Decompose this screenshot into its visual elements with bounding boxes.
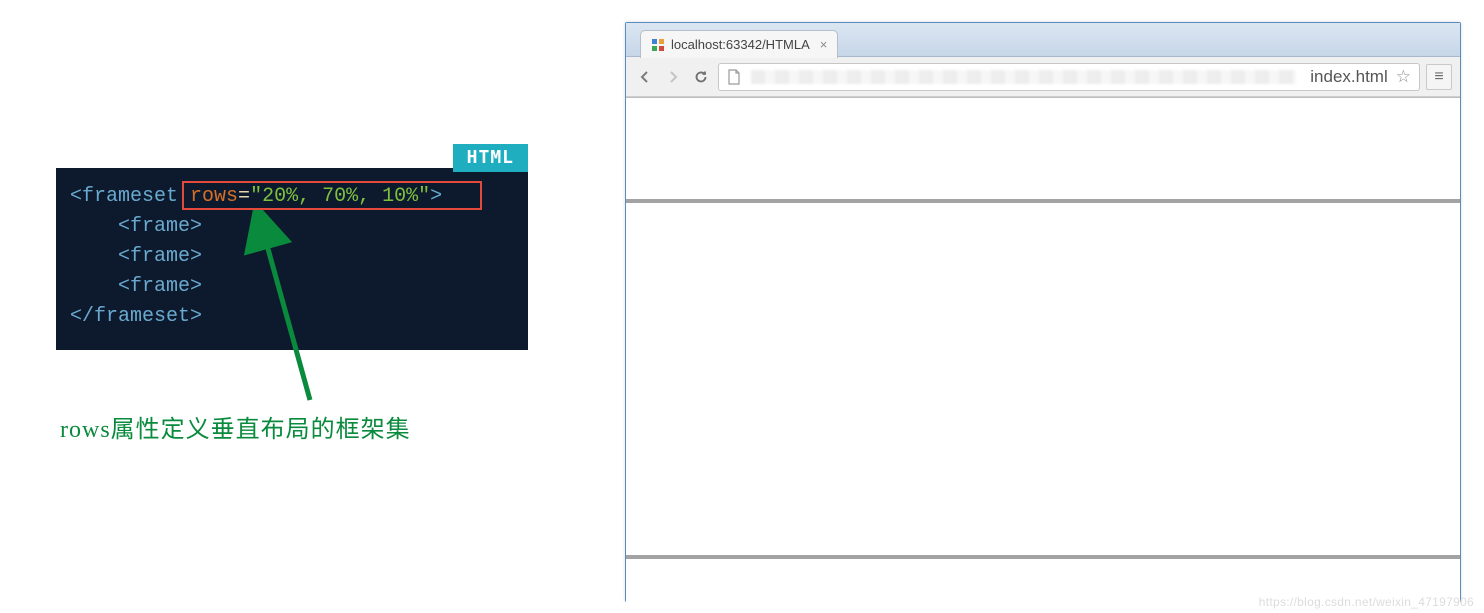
browser-tab[interactable]: localhost:63342/HTMLA × bbox=[640, 30, 838, 58]
tab-close-icon[interactable]: × bbox=[820, 37, 828, 52]
page-viewport bbox=[626, 97, 1460, 601]
code-snippet: HTML <frameset rows="20%, 70%, 10%"> <fr… bbox=[56, 168, 528, 350]
bookmark-star-icon[interactable]: ☆ bbox=[1396, 67, 1411, 87]
frame-row bbox=[626, 98, 1460, 199]
code-line-1: <frameset rows="20%, 70%, 10%"> bbox=[70, 182, 528, 212]
browser-window: localhost:63342/HTMLA × index.html ☆ ≡ bbox=[625, 22, 1461, 602]
menu-button[interactable]: ≡ bbox=[1426, 64, 1452, 90]
page-icon bbox=[727, 69, 741, 85]
language-badge: HTML bbox=[453, 144, 528, 172]
favicon-icon bbox=[651, 38, 665, 52]
watermark: https://blog.csdn.net/weixin_47197906 bbox=[1259, 595, 1474, 609]
url-obscured bbox=[751, 70, 1296, 84]
forward-button[interactable] bbox=[662, 66, 684, 88]
tab-title: localhost:63342/HTMLA bbox=[671, 37, 810, 52]
code-line-2: <frame> bbox=[70, 212, 528, 242]
code-line-4: <frame> bbox=[70, 272, 528, 302]
url-visible: index.html bbox=[1310, 67, 1387, 87]
code-line-3: <frame> bbox=[70, 242, 528, 272]
tab-strip: localhost:63342/HTMLA × bbox=[626, 23, 1460, 57]
browser-toolbar: index.html ☆ ≡ bbox=[626, 57, 1460, 97]
annotation-text: rows属性定义垂直布局的框架集 bbox=[60, 409, 411, 444]
frame-row bbox=[626, 203, 1460, 555]
address-bar[interactable]: index.html ☆ bbox=[718, 63, 1420, 91]
reload-button[interactable] bbox=[690, 66, 712, 88]
code-line-5: </frameset> bbox=[70, 302, 528, 332]
back-button[interactable] bbox=[634, 66, 656, 88]
